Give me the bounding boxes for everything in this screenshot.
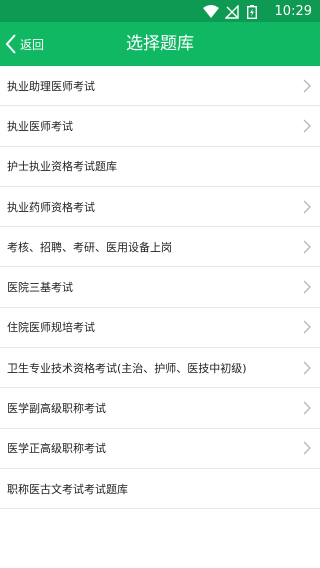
- list-item[interactable]: 护士执业资格考试题库: [0, 146, 320, 187]
- chevron-right-icon: [302, 360, 312, 376]
- chevron-left-icon: [4, 33, 18, 55]
- chevron-right-icon: [302, 199, 312, 215]
- list-item[interactable]: 执业药师资格考试: [0, 186, 320, 228]
- app-bar: 返回 选择题库: [0, 22, 320, 66]
- list-item-label: 执业医师考试: [7, 119, 73, 133]
- page-title: 选择题库: [126, 34, 194, 54]
- list-item-label: 医学正高级职称考试: [7, 442, 106, 456]
- back-label: 返回: [20, 37, 45, 52]
- list-item-label: 执业药师资格考试: [7, 200, 95, 214]
- list-item-label: 护士执业资格考试题库: [7, 160, 117, 174]
- list-item-label: 医学副高级职称考试: [7, 402, 106, 416]
- list-item[interactable]: 医院三基考试: [0, 267, 320, 308]
- status-icons: 10:29: [202, 3, 312, 20]
- chevron-right-icon: [302, 440, 312, 456]
- list-item-label: 卫生专业技术资格考试(主治、护师、医技中初级): [7, 361, 247, 375]
- chevron-right-icon: [302, 400, 312, 416]
- list-item-label: 医院三基考试: [7, 281, 73, 295]
- list-item[interactable]: 考核、招聘、考研、医用设备上岗: [0, 227, 320, 268]
- back-button[interactable]: 返回: [4, 22, 44, 66]
- chevron-right-icon: [302, 78, 312, 94]
- battery-icon: [246, 4, 263, 20]
- wifi-icon: [202, 4, 219, 18]
- list-item-label: 考核、招聘、考研、医用设备上岗: [7, 240, 172, 254]
- list-item[interactable]: 医学副高级职称考试: [0, 388, 320, 429]
- chevron-right-icon: [302, 239, 312, 255]
- status-time: 10:29: [274, 3, 312, 19]
- list-item[interactable]: 卫生专业技术资格考试(主治、护师、医技中初级): [0, 348, 320, 389]
- list-item[interactable]: 住院医师规培考试: [0, 307, 320, 349]
- list-item[interactable]: 执业助理医师考试: [0, 66, 320, 107]
- list-item-label: 执业助理医师考试: [7, 79, 95, 93]
- signal-icon: [223, 4, 241, 19]
- chevron-right-icon: [302, 279, 312, 295]
- chevron-right-icon: [302, 319, 312, 335]
- exam-list: 执业助理医师考试 执业医师考试护士执业资格考试题库 执业药师资格考试考核、招聘、考研…: [0, 66, 320, 510]
- list-item[interactable]: 医学正高级职称考试: [0, 428, 320, 469]
- list-item[interactable]: 职称医古文考试考试题库: [0, 468, 320, 510]
- list-item-label: 住院医师规培考试: [7, 321, 95, 335]
- chevron-right-icon: [302, 118, 312, 134]
- list-item-label: 职称医古文考试考试题库: [7, 482, 128, 496]
- status-bar: 10:29: [0, 0, 320, 22]
- list-item[interactable]: 执业医师考试: [0, 106, 320, 147]
